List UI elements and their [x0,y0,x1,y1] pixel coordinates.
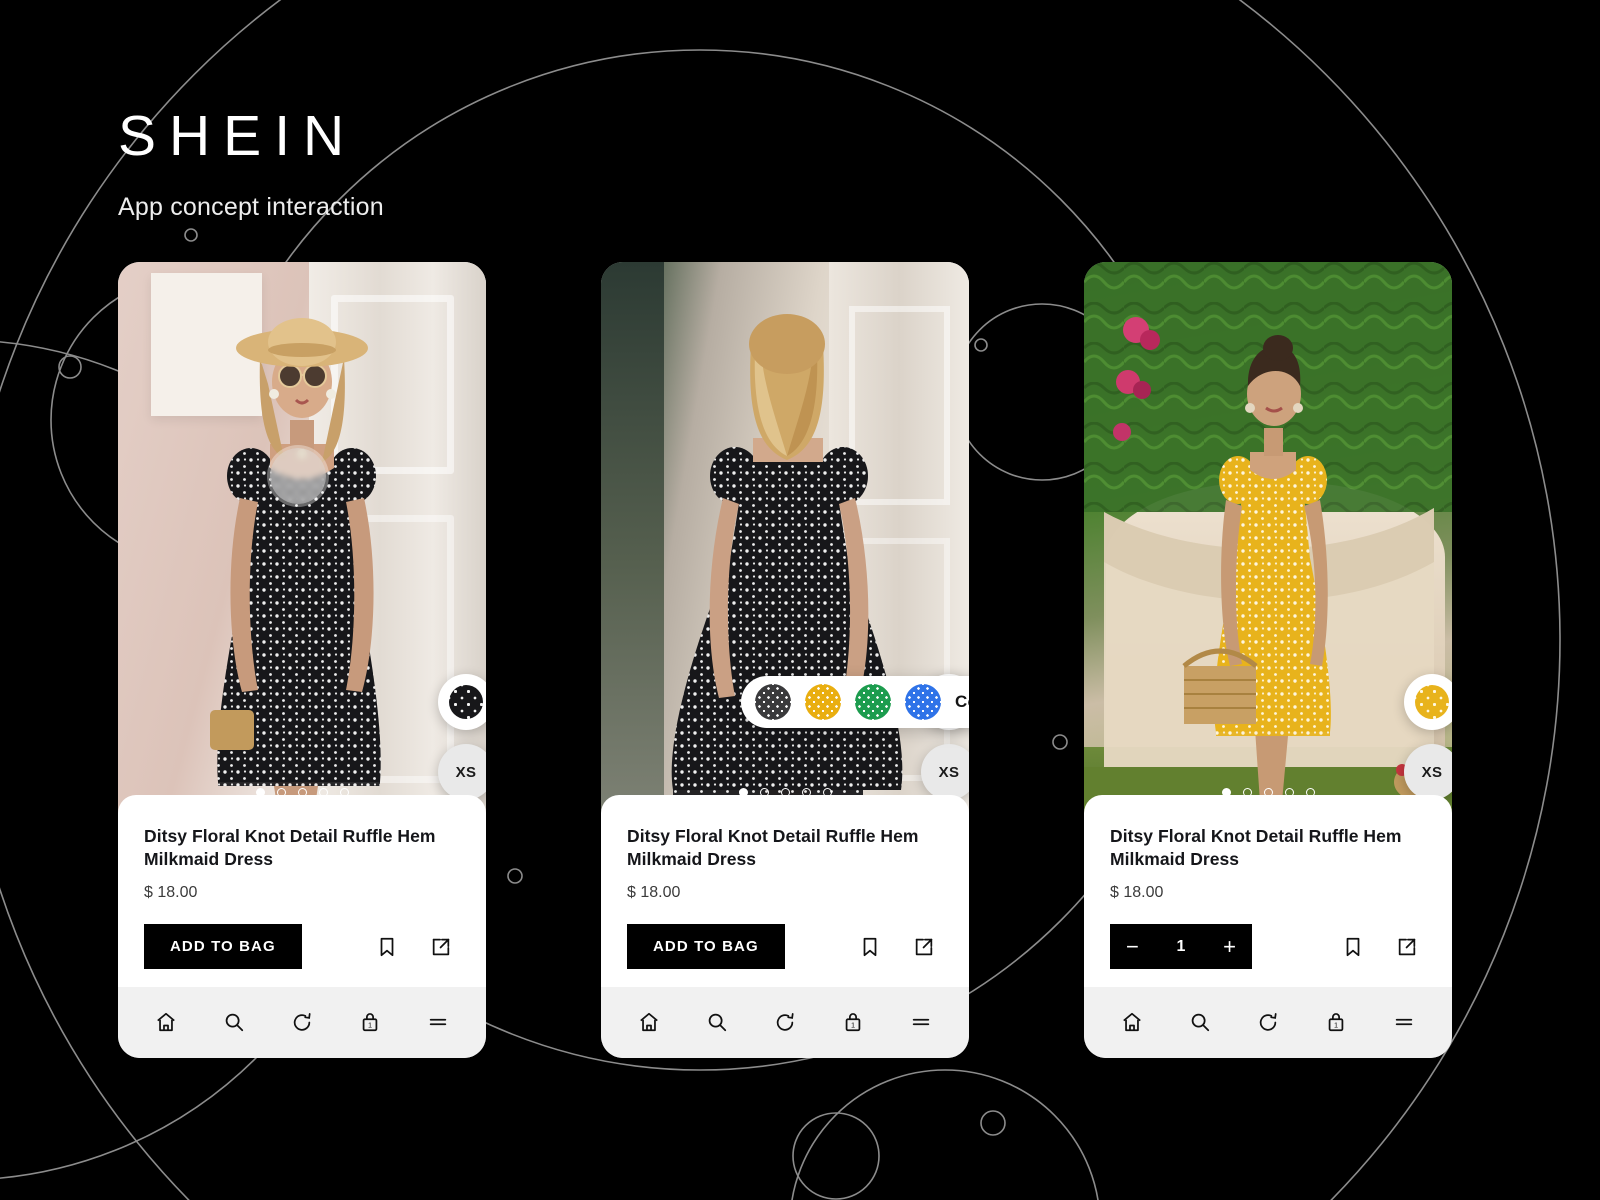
secondary-actions [859,936,943,958]
menu-icon[interactable] [1384,1002,1424,1042]
phone-screen-color-open: XS Color Ditsy Floral Knot Detail Ruffle [601,262,969,1058]
search-icon[interactable] [1180,1002,1220,1042]
hero-floating-controls: XS [438,674,486,800]
product-actions: − 1 + [1110,924,1426,970]
product-actions: ADD TO BAG [144,924,460,970]
product-photo-yellow [1084,262,1452,813]
product-photo-front [118,262,486,813]
deco-circle-bottom-small [792,1112,880,1200]
bottom-tabbar: 1 [118,986,486,1058]
hero-floating-controls: XS [1404,674,1452,800]
deco-circle-dot-mid [507,868,523,884]
deco-circle-bottom-big [791,1069,1099,1200]
color-option-black-ditsy[interactable] [755,684,791,720]
product-info-card: Ditsy Floral Knot Detail Ruffle Hem Milk… [118,795,486,988]
share-icon[interactable] [1396,936,1418,958]
add-to-bag-button[interactable]: ADD TO BAG [144,924,302,970]
product-image-carousel[interactable]: XS [1084,262,1452,813]
bag-icon[interactable]: 1 [1316,1002,1356,1042]
product-actions: ADD TO BAG [627,924,943,970]
page-title: SHEIN [118,104,358,168]
share-icon[interactable] [430,936,452,958]
quantity-decrement-button[interactable]: − [1126,935,1139,958]
home-icon[interactable] [629,1002,669,1042]
product-info-card: Ditsy Floral Knot Detail Ruffle Hem Milk… [601,795,969,988]
color-option-yellow-ditsy[interactable] [805,684,841,720]
color-swatch-button[interactable] [438,674,486,730]
phone-screen-quantity: XS Ditsy Floral Knot Detail Ruffle Hem M… [1084,262,1452,1058]
tap-ripple-indicator [270,448,326,504]
product-title: Ditsy Floral Knot Detail Ruffle Hem Milk… [1110,826,1402,870]
deco-circle-dot-right [974,338,988,352]
quantity-stepper[interactable]: − 1 + [1110,924,1252,970]
product-title: Ditsy Floral Knot Detail Ruffle Hem Milk… [627,826,919,870]
svg-text:1: 1 [1334,1021,1338,1030]
trending-icon[interactable] [765,1002,805,1042]
swatch-dot-icon [449,685,483,719]
trending-icon[interactable] [282,1002,322,1042]
size-label: XS [938,763,960,781]
deco-circle-small-left [58,355,82,379]
page-subtitle: App concept interaction [118,193,384,221]
product-price: $ 18.00 [627,884,681,902]
bottom-tabbar: 1 [601,986,969,1058]
deco-circle-bottom-dot [980,1110,1006,1136]
bottom-tabbar: 1 [1084,986,1452,1058]
color-picker-label: Color [955,692,969,711]
svg-text:1: 1 [851,1021,855,1030]
search-icon[interactable] [214,1002,254,1042]
bag-icon[interactable]: 1 [833,1002,873,1042]
quantity-value: 1 [1176,937,1186,955]
search-icon[interactable] [697,1002,737,1042]
bookmark-icon[interactable] [376,936,398,958]
add-to-bag-button[interactable]: ADD TO BAG [627,924,785,970]
bookmark-icon[interactable] [859,936,881,958]
share-icon[interactable] [913,936,935,958]
product-title: Ditsy Floral Knot Detail Ruffle Hem Milk… [144,826,436,870]
phone-screen-default: XS Ditsy Floral Knot Detail Ruffle Hem M… [118,262,486,1058]
size-label: XS [455,763,477,781]
color-picker-panel[interactable]: Color [741,676,969,728]
svg-text:1: 1 [368,1021,372,1030]
home-icon[interactable] [1112,1002,1152,1042]
home-icon[interactable] [146,1002,186,1042]
menu-icon[interactable] [901,1002,941,1042]
quantity-increment-button[interactable]: + [1223,935,1236,958]
color-option-blue-ditsy[interactable] [905,684,941,720]
product-price: $ 18.00 [1110,884,1164,902]
product-price: $ 18.00 [144,884,198,902]
trending-icon[interactable] [1248,1002,1288,1042]
product-photo-back [601,262,969,813]
deco-circle-dot-left-low [1052,734,1068,750]
secondary-actions [1342,936,1426,958]
secondary-actions [376,936,460,958]
bookmark-icon[interactable] [1342,936,1364,958]
color-swatch-button[interactable] [1404,674,1452,730]
product-info-card: Ditsy Floral Knot Detail Ruffle Hem Milk… [1084,795,1452,988]
menu-icon[interactable] [418,1002,458,1042]
bag-icon[interactable]: 1 [350,1002,390,1042]
product-image-carousel[interactable]: XS Color [601,262,969,813]
product-image-carousel[interactable]: XS [118,262,486,813]
swatch-dot-icon [1415,685,1449,719]
brand-block: SHEIN App concept interaction [118,108,384,222]
color-option-green-ditsy[interactable] [855,684,891,720]
size-label: XS [1421,763,1443,781]
deco-circle-tiny-top [184,228,198,242]
canvas: SHEIN App concept interaction XS Ditsy F… [0,0,1600,1200]
